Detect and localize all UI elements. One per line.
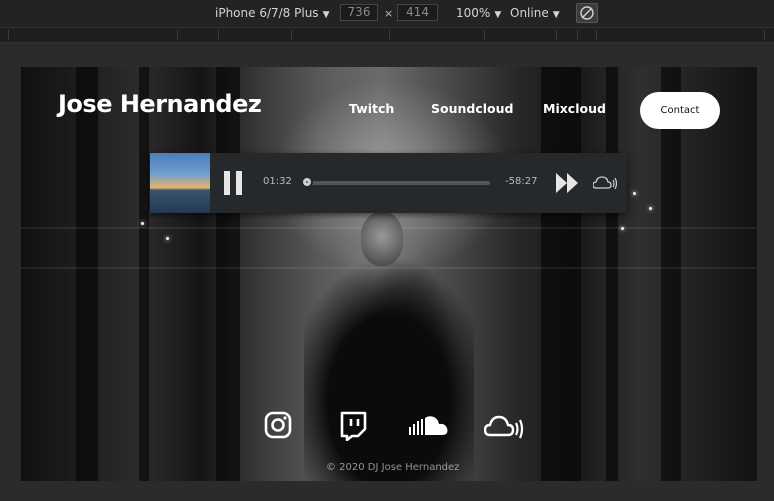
progress-knob[interactable] [301, 176, 313, 188]
nav-link-soundcloud[interactable]: Soundcloud [431, 101, 513, 116]
fast-forward-icon[interactable] [556, 173, 580, 193]
mixcloud-player: 01:32 -58:27 [150, 153, 627, 213]
device-label: iPhone 6/7/8 Plus [215, 6, 319, 20]
nav-link-mixcloud[interactable]: Mixcloud [543, 101, 606, 116]
zoom-select[interactable]: 100% ▼ [456, 0, 501, 27]
dropdown-arrow-icon: ▼ [552, 10, 560, 20]
mix-artwork[interactable] [150, 153, 210, 213]
network-label: Online [510, 6, 549, 20]
twitch-icon[interactable] [339, 411, 367, 441]
device-toolbar: iPhone 6/7/8 Plus ▼ 736 × 414 100% ▼ Onlin… [0, 0, 774, 27]
footer-copyright: © 2020 DJ Jose Hernandez [326, 462, 460, 473]
width-input[interactable]: 736 [340, 4, 378, 21]
dj-portrait-head [361, 212, 403, 266]
page-viewport: Jose Hernandez Twitch Soundcloud Mixclou… [21, 67, 757, 481]
elapsed-time: 01:32 [263, 176, 292, 187]
soundcloud-icon[interactable] [409, 415, 451, 437]
dimension-separator: × [384, 7, 394, 20]
zoom-label: 100% [456, 6, 491, 20]
rotate-icon [580, 6, 594, 20]
nav-link-twitch[interactable]: Twitch [349, 101, 394, 116]
site-title[interactable]: Jose Hernandez [58, 90, 262, 118]
device-select[interactable]: iPhone 6/7/8 Plus ▼ [215, 0, 329, 27]
media-query-ruler [0, 27, 774, 43]
mixcloud-icon[interactable] [593, 175, 617, 191]
instagram-icon[interactable] [264, 411, 292, 439]
progress-track[interactable] [301, 176, 490, 188]
dj-portrait [304, 232, 474, 481]
viewport-gutter [757, 67, 774, 481]
dropdown-arrow-icon: ▼ [494, 10, 502, 20]
contact-button[interactable]: Contact [640, 92, 720, 129]
rotate-button[interactable] [576, 3, 598, 23]
dropdown-arrow-icon: ▼ [322, 10, 330, 20]
mixcloud-icon[interactable] [484, 414, 524, 440]
pause-icon [224, 171, 230, 195]
height-input[interactable]: 414 [397, 4, 438, 21]
remaining-time: -58:27 [505, 176, 538, 187]
pause-button[interactable] [224, 171, 244, 195]
network-throttle-select[interactable]: Online ▼ [510, 0, 560, 27]
